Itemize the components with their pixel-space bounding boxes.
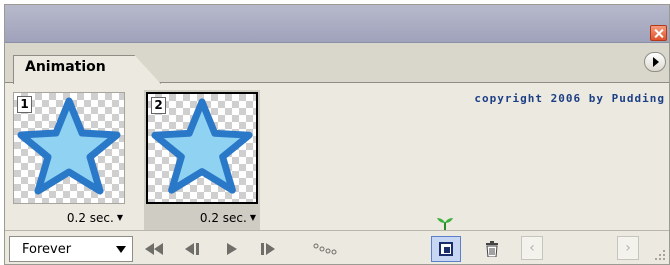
chevron-down-icon: ▼ (116, 213, 123, 222)
menu-arrow-icon (653, 57, 659, 67)
frame-thumbnail[interactable]: 2 (146, 92, 258, 204)
play-button[interactable] (217, 236, 247, 262)
resize-grip-icon[interactable] (654, 249, 666, 261)
animation-toolbar: Forever ‹ › (5, 230, 669, 264)
sprout-icon (437, 218, 453, 231)
tab-bar: Animation (5, 43, 669, 84)
animation-panel: Animation 1 0.2 sec. ▼ 2 0.2 sec. ▼ copy… (4, 4, 670, 265)
tab-animation-label: Animation (25, 59, 106, 75)
frame-thumbnail[interactable]: 1 (13, 92, 125, 204)
frame-delay-label: 0.2 sec. (199, 211, 247, 225)
chevron-down-icon: ▼ (249, 213, 256, 222)
frame-number: 1 (17, 96, 32, 113)
previous-frame-icon (185, 243, 199, 255)
scroll-left-button[interactable]: ‹ (521, 236, 543, 260)
chevron-left-icon: ‹ (529, 240, 535, 256)
delete-frame-button[interactable] (477, 236, 507, 262)
loop-options-value: Forever (22, 242, 72, 257)
trash-icon (486, 241, 498, 257)
copyright-text: copyright 2006 by Pudding (474, 92, 665, 105)
frame-delay-dropdown[interactable]: 0.2 sec. ▼ (67, 211, 123, 225)
previous-frame-button[interactable] (177, 236, 207, 262)
frames-area: 1 0.2 sec. ▼ 2 0.2 sec. ▼ copyright 2006 b… (5, 84, 669, 235)
tween-button[interactable] (311, 236, 341, 262)
next-frame-button[interactable] (253, 236, 283, 262)
frame-2[interactable]: 2 0.2 sec. ▼ (144, 90, 260, 235)
frame-delay-label: 0.2 sec. (66, 211, 114, 225)
frame-1[interactable]: 1 0.2 sec. ▼ (11, 90, 127, 235)
duplicate-frame-button[interactable] (431, 236, 461, 262)
scroll-right-button[interactable]: › (617, 236, 639, 260)
first-frame-button[interactable] (139, 236, 169, 262)
panel-titlebar[interactable] (5, 5, 669, 43)
first-frame-icon (145, 243, 163, 255)
loop-options-select[interactable]: Forever (9, 236, 133, 262)
frame-number: 2 (151, 97, 166, 114)
next-frame-icon (261, 243, 275, 255)
play-icon (227, 243, 237, 255)
chevron-down-icon (116, 246, 126, 253)
chevron-right-icon: › (625, 240, 631, 256)
duplicate-frame-icon (439, 242, 453, 256)
frame-delay-dropdown[interactable]: 0.2 sec. ▼ (200, 211, 256, 225)
panel-menu-button[interactable] (644, 52, 666, 72)
close-icon[interactable] (650, 25, 667, 41)
tween-icon (313, 243, 337, 255)
